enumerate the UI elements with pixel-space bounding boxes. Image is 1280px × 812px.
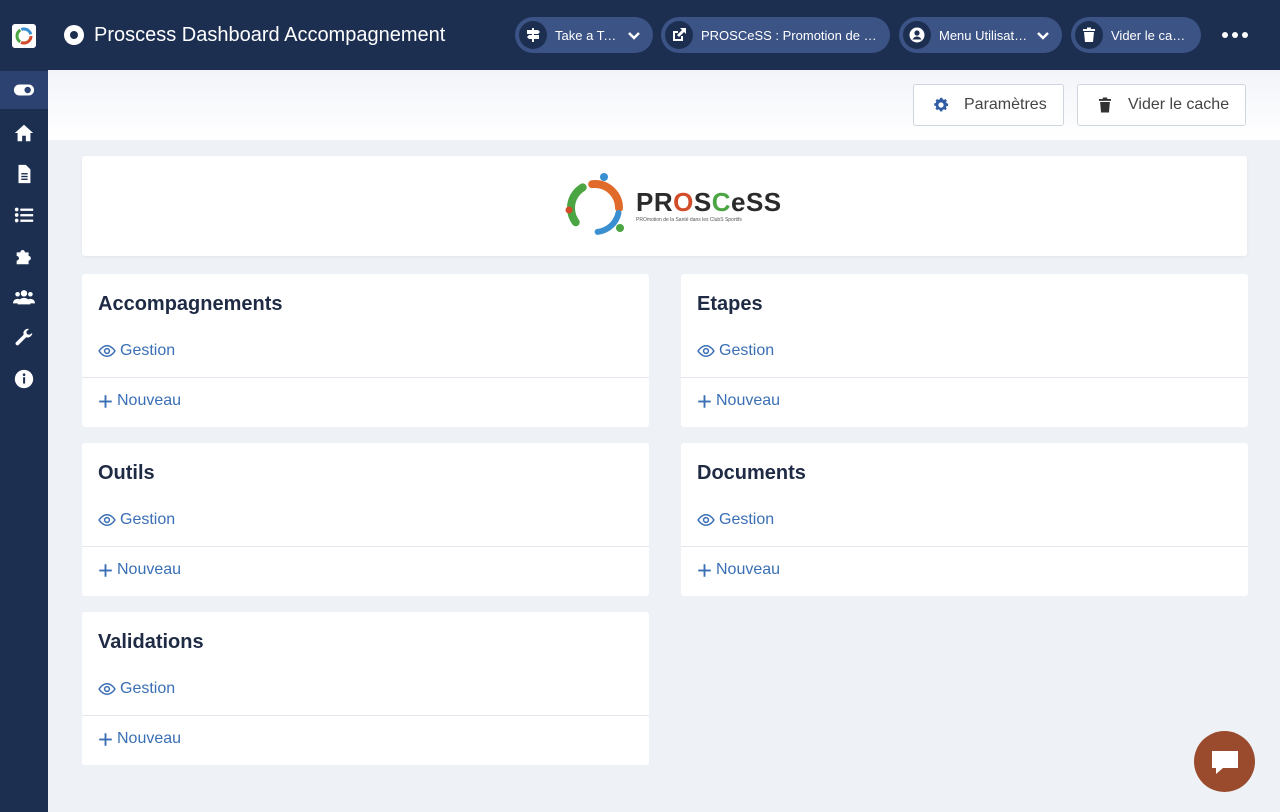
section-title: Etapes — [697, 293, 763, 315]
gear-icon — [934, 97, 949, 112]
manage-validations-link[interactable]: Gestion — [98, 680, 175, 698]
divider — [82, 715, 649, 716]
divider — [82, 377, 649, 378]
manage-accompagnements-link[interactable]: Gestion — [98, 342, 175, 360]
clear-cache-button[interactable]: Vider le cache — [1077, 84, 1247, 126]
divider — [681, 377, 1248, 378]
section-card-etapes: Etapes Gestion Nouveau — [681, 274, 1248, 427]
take-tour-button[interactable]: Take a Tour — [515, 17, 653, 53]
proscess-ring-icon — [565, 173, 624, 236]
section-title: Accompagnements — [98, 293, 283, 315]
trash-icon — [1099, 97, 1111, 113]
sidebar-item-tools[interactable] — [0, 319, 48, 357]
settings-button-label: Paramètres — [964, 96, 1047, 113]
sidebar-item-users[interactable] — [0, 278, 48, 316]
logo-wordmark: PROSCeSS — [636, 187, 782, 217]
header-title-group: Proscess Dashboard Accompagnement — [64, 0, 445, 70]
plus-icon — [99, 563, 112, 577]
more-options-icon[interactable] — [1222, 25, 1248, 45]
manage-documents-link[interactable]: Gestion — [697, 511, 774, 529]
page-title: Proscess Dashboard Accompagnement — [94, 23, 446, 46]
section-card-outils: Outils Gestion Nouveau — [82, 443, 649, 596]
external-link-icon — [665, 21, 693, 49]
home-icon — [14, 124, 34, 142]
header-clear-cache-button[interactable]: Vider le cache — [1071, 17, 1201, 53]
sidebar-item-documents[interactable] — [0, 155, 48, 193]
plus-icon — [698, 394, 711, 408]
sidebar-item-home[interactable] — [0, 114, 48, 152]
plus-icon — [99, 732, 112, 746]
eye-icon — [98, 513, 116, 527]
new-outil-link[interactable]: Nouveau — [98, 561, 181, 579]
puzzle-icon — [16, 250, 31, 265]
clear-cache-button-label: Vider le cache — [1128, 96, 1230, 113]
eye-icon — [98, 344, 116, 358]
new-accompagnement-link[interactable]: Nouveau — [98, 392, 181, 410]
user-menu-button[interactable]: Menu Utilisateur — [899, 17, 1062, 53]
eye-icon — [697, 344, 715, 358]
chat-bubble-icon — [1211, 750, 1238, 774]
section-title: Outils — [98, 462, 155, 484]
proscess-logo: PROSCeSS PROmotion de la Santé dans les … — [560, 172, 782, 240]
toggle-icon — [13, 84, 35, 96]
sidebar — [0, 0, 48, 812]
sidebar-item-dashboard[interactable] — [0, 71, 48, 109]
new-validation-link[interactable]: Nouveau — [98, 730, 181, 748]
toolbar: Paramètres Vider le cache — [48, 70, 1280, 140]
divider — [681, 546, 1248, 547]
section-card-validations: Validations Gestion Nouveau — [82, 612, 649, 765]
file-icon — [18, 164, 31, 184]
external-site-button[interactable]: PROSCeSS : Promotion de la S... — [661, 17, 890, 53]
wrench-icon — [15, 328, 33, 346]
chevron-down-icon — [1036, 28, 1050, 42]
new-document-link[interactable]: Nouveau — [697, 561, 780, 579]
plus-icon — [698, 563, 711, 577]
manage-outils-link[interactable]: Gestion — [98, 511, 175, 529]
user-circle-icon — [903, 21, 931, 49]
sidebar-item-extensions[interactable] — [0, 237, 48, 275]
section-card-accompagnements: Accompagnements Gestion Nouveau — [82, 274, 649, 427]
sidebar-item-list[interactable] — [0, 196, 48, 234]
eye-icon — [98, 682, 116, 696]
section-title: Documents — [697, 462, 806, 484]
sidebar-item-info[interactable] — [0, 360, 48, 398]
section-card-documents: Documents Gestion Nouveau — [681, 443, 1248, 596]
eye-icon — [697, 513, 715, 527]
list-icon — [14, 207, 34, 223]
users-icon — [13, 290, 35, 305]
settings-button[interactable]: Paramètres — [913, 84, 1064, 126]
chat-button[interactable] — [1194, 731, 1255, 792]
info-icon — [14, 369, 34, 389]
app-logo-icon[interactable] — [12, 24, 36, 48]
section-title: Validations — [98, 631, 204, 653]
chevron-down-icon — [627, 28, 641, 42]
divider — [82, 546, 649, 547]
dashboard-icon — [64, 25, 84, 45]
logo-tagline: PROmotion de la Santé dans les ClubS Spo… — [636, 217, 742, 223]
top-header: Proscess Dashboard Accompagnement Take a… — [48, 0, 1280, 70]
brand-banner: PROSCeSS PROmotion de la Santé dans les … — [82, 156, 1247, 256]
manage-etapes-link[interactable]: Gestion — [697, 342, 774, 360]
plus-icon — [99, 394, 112, 408]
trash-icon — [1075, 21, 1103, 49]
new-etape-link[interactable]: Nouveau — [697, 392, 780, 410]
signpost-icon — [519, 21, 547, 49]
